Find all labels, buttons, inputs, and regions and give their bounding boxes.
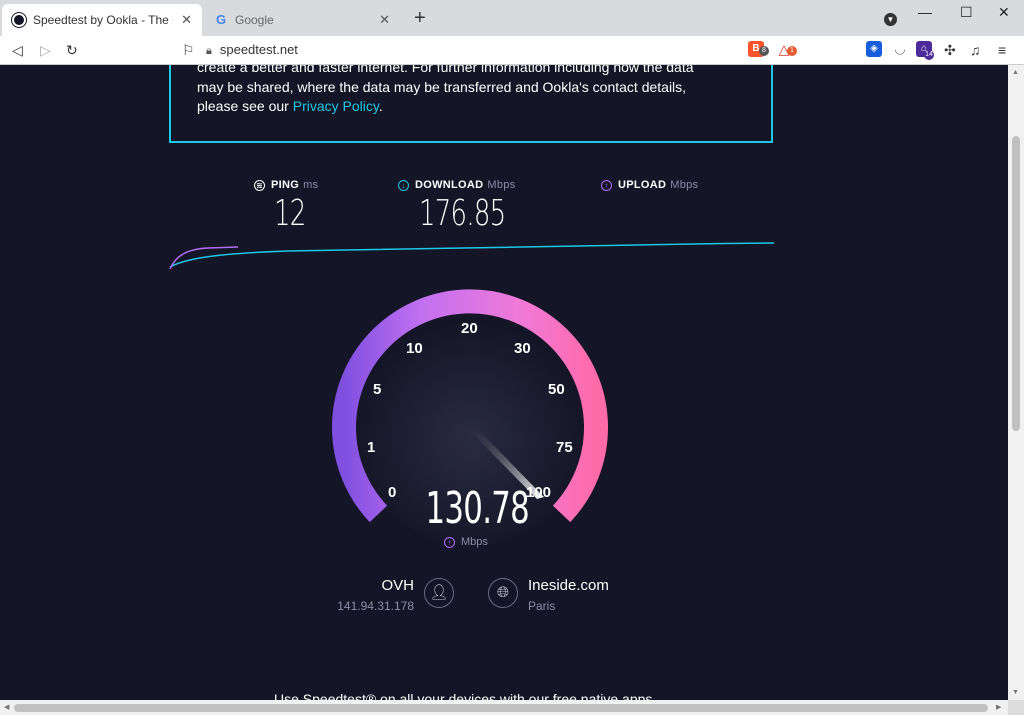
user-icon: 👤︎ [424, 578, 454, 608]
forward-icon[interactable]: ▷ [40, 40, 51, 60]
upload-arrow-icon: ↑ [601, 179, 612, 191]
google-favicon-icon: G [215, 12, 227, 27]
scroll-down-icon[interactable]: ▼ [1012, 689, 1019, 696]
gauge-tick-label: 1 [367, 439, 376, 456]
download-metric: ↓ DOWNLOAD Mbps 176.85 [398, 179, 539, 234]
tab-strip: Speedtest by Ookla - The Global Broadban… [0, 0, 1024, 36]
speedtest-favicon-icon [12, 13, 26, 27]
isp-info: OVH 141.94.31.178 [334, 577, 414, 613]
ping-icon: ≋ [254, 179, 265, 191]
minimize-icon[interactable]: — [918, 4, 932, 20]
isp-name: OVH [381, 577, 414, 594]
upload-arrow-icon: ↑ [444, 536, 455, 548]
throughput-graph [169, 242, 775, 270]
apps-promo-text: Use Speedtest® on all your devices with … [274, 691, 657, 700]
upload-unit: Mbps [670, 179, 699, 191]
new-tab-button[interactable]: + [414, 8, 426, 28]
bookmark-icon[interactable]: ⚐ [182, 40, 195, 60]
rewards-count-badge: 1 [787, 46, 797, 56]
tab-title: Google [235, 13, 274, 27]
privacy-notice: create a better and faster internet. For… [169, 65, 773, 143]
gauge-tick-label: 10 [406, 340, 423, 357]
privacy-line: may be shared, where the data may be tra… [197, 78, 687, 95]
speedtest-page: create a better and faster internet. For… [0, 65, 1008, 700]
download-arrow-icon: ↓ [398, 179, 409, 191]
privacy-policy-link[interactable]: Privacy Policy [293, 98, 379, 114]
tab-google[interactable]: G Google ✕ [204, 4, 400, 36]
tab-search-icon[interactable]: ▼ [884, 13, 897, 26]
scrollbar-corner [1008, 700, 1024, 715]
url-text: speedtest.net [219, 42, 298, 57]
current-speed-value: 130.78 [425, 483, 530, 534]
gauge-tick-label: 30 [514, 340, 531, 357]
close-tab-icon[interactable]: ✕ [379, 12, 390, 28]
privacy-line: create a better and faster internet. For… [197, 65, 694, 75]
server-location: Paris [528, 599, 556, 613]
address-bar[interactable]: 🔒︎ speedtest.net [206, 38, 740, 62]
vertical-scroll-thumb[interactable] [1012, 136, 1020, 431]
privacy-line-suffix: . [378, 98, 383, 114]
gauge-tick-label: 100 [526, 484, 552, 501]
horizontal-scrollbar[interactable]: ◀ ▶ [0, 700, 1008, 715]
ping-unit: ms [303, 179, 319, 191]
server-info: Ineside.com Paris [528, 577, 609, 613]
menu-icon[interactable]: ≡ [998, 40, 1006, 60]
upload-label: UPLOAD [618, 179, 667, 191]
tab-speedtest[interactable]: Speedtest by Ookla - The Global Broadban… [2, 4, 202, 36]
ping-label: PING [271, 179, 300, 191]
download-unit: Mbps [487, 179, 516, 191]
privacy-line-prefix: please see our [197, 98, 293, 114]
pocket-icon[interactable]: ◡ [892, 41, 908, 57]
speed-unit-label: Mbps [461, 536, 488, 548]
privacy-line: please see our Privacy Policy. [197, 97, 757, 117]
scroll-up-icon[interactable]: ▲ [1012, 69, 1019, 76]
horizontal-scroll-thumb[interactable] [14, 704, 988, 712]
media-icon[interactable]: ♫ [970, 40, 981, 60]
gauge-tick-label: 5 [373, 381, 382, 398]
gauge-tick-label: 50 [548, 381, 565, 398]
browser-toolbar: ◁ ▷ ↻ ⚐ 🔒︎ speedtest.net B 8 △ 1 ◈ ◡ ⌂ 14… [0, 36, 1024, 65]
extension-count-badge: 14 [924, 50, 934, 60]
reload-icon[interactable]: ↻ [66, 40, 78, 60]
download-graph-line [169, 242, 775, 268]
current-speed-unit: ↑ Mbps [444, 536, 488, 548]
bitwarden-icon[interactable]: ◈ [866, 41, 882, 57]
scroll-right-icon[interactable]: ▶ [996, 703, 1001, 711]
back-icon[interactable]: ◁ [12, 40, 23, 60]
puzzle-extensions-icon[interactable]: ✣ [944, 40, 956, 60]
gauge-tick-label: 0 [388, 484, 397, 501]
download-value: 176.85 [419, 193, 506, 234]
close-tab-icon[interactable]: ✕ [181, 12, 192, 28]
upload-metric: ↑ UPLOAD Mbps [601, 179, 698, 193]
download-label: DOWNLOAD [415, 179, 484, 191]
ping-value: 12 [274, 193, 306, 234]
tab-title: Speedtest by Ookla - The Global Broadban… [33, 13, 173, 27]
gauge-tick-label: 75 [556, 439, 573, 456]
close-window-icon[interactable]: ✕ [998, 4, 1010, 21]
server-name[interactable]: Ineside.com [528, 577, 609, 594]
gauge-tick-label: 20 [461, 320, 478, 337]
privacy-text: create a better and faster internet. For… [197, 65, 757, 117]
ping-metric: ≋ PING ms 12 [254, 179, 318, 234]
scroll-left-icon[interactable]: ◀ [4, 703, 9, 711]
globe-icon: 🌐︎ [488, 578, 518, 608]
shields-count-badge: 8 [759, 46, 769, 56]
lock-icon: 🔒︎ [206, 45, 212, 57]
isp-ip: 141.94.31.178 [337, 599, 414, 613]
maximize-icon[interactable]: ☐ [960, 4, 973, 21]
vertical-scrollbar[interactable]: ▲ ▼ [1008, 65, 1024, 700]
